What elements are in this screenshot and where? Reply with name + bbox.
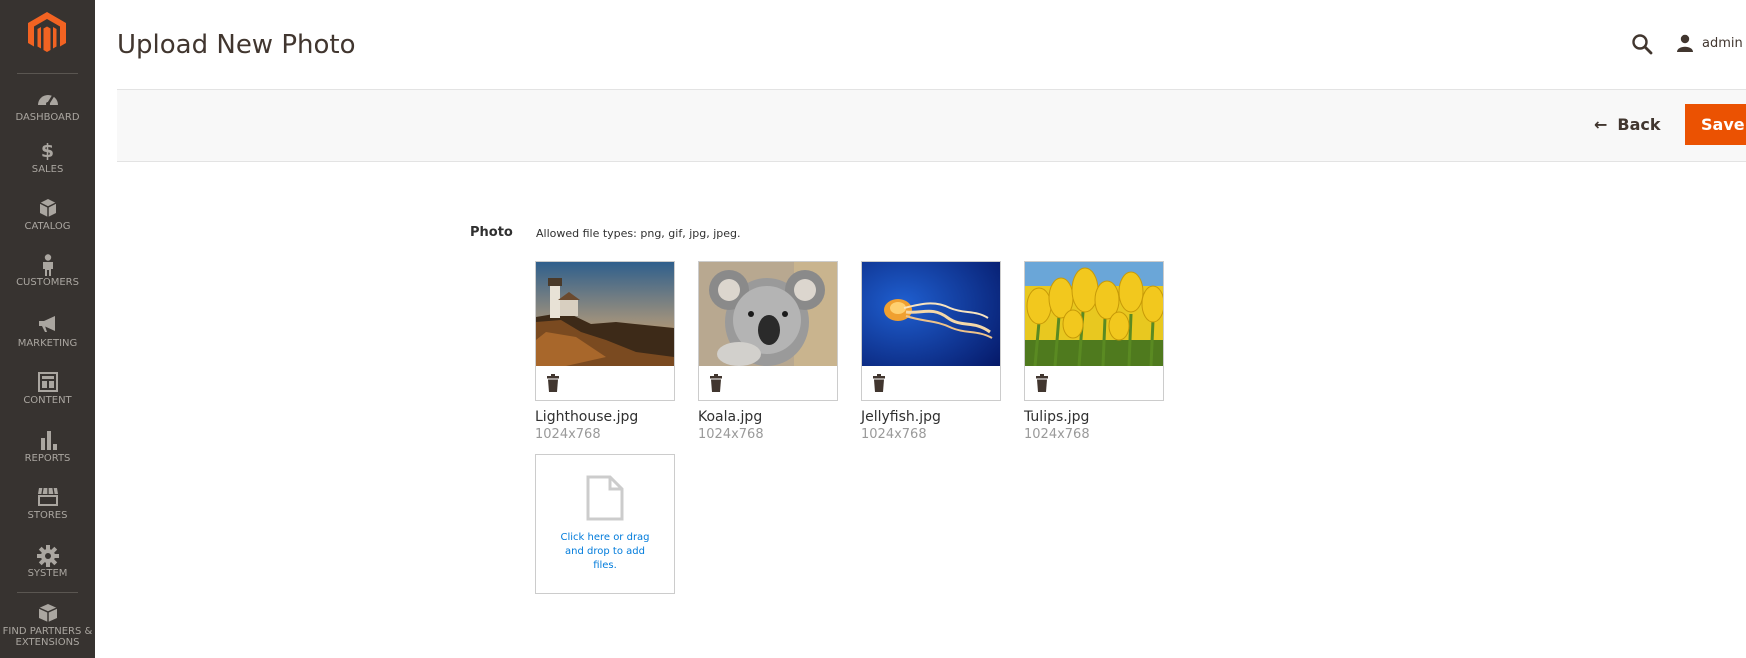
trash-icon[interactable] bbox=[709, 374, 723, 392]
dashboard-icon bbox=[0, 89, 95, 109]
upload-instructions[interactable]: Click here or drag and drop to add files… bbox=[556, 531, 654, 573]
trash-icon[interactable] bbox=[546, 374, 560, 392]
file-name: Jellyfish.jpg bbox=[861, 409, 941, 425]
bar-chart-icon bbox=[0, 430, 95, 450]
sidebar-item-label: SYSTEM bbox=[27, 568, 68, 579]
tulips-image bbox=[1025, 262, 1163, 366]
photo-field-label: Photo bbox=[470, 225, 513, 240]
trash-icon[interactable] bbox=[1035, 374, 1049, 392]
back-button-label: Back bbox=[1617, 114, 1661, 134]
sidebar-item-system[interactable]: SYSTEM bbox=[0, 545, 95, 579]
person-icon bbox=[0, 254, 95, 276]
sidebar-item-label: FIND PARTNERS & EXTENSIONS bbox=[2, 626, 93, 648]
sidebar-item-find-partners[interactable]: FIND PARTNERS & EXTENSIONS bbox=[0, 603, 95, 648]
document-icon bbox=[586, 475, 624, 521]
user-icon bbox=[1677, 34, 1693, 52]
file-dimensions: 1024x768 bbox=[535, 427, 601, 442]
sidebar-item-stores[interactable]: STORES bbox=[0, 487, 95, 521]
image-preview-jellyfish[interactable] bbox=[861, 261, 1001, 401]
sidebar-item-label: REPORTS bbox=[24, 453, 71, 464]
account-menu[interactable]: admin bbox=[1676, 33, 1743, 53]
sidebar-divider bbox=[17, 592, 78, 593]
lighthouse-image bbox=[536, 262, 674, 366]
account-username: admin bbox=[1702, 35, 1743, 51]
koala-image bbox=[699, 262, 837, 366]
file-name: Tulips.jpg bbox=[1024, 409, 1090, 425]
image-preview-lighthouse[interactable] bbox=[535, 261, 675, 401]
sidebar-item-dashboard[interactable]: DASHBOARD bbox=[0, 89, 95, 123]
storefront-icon bbox=[0, 487, 95, 507]
sidebar-item-content[interactable]: CONTENT bbox=[0, 372, 95, 406]
jellyfish-image bbox=[862, 262, 1000, 366]
file-dimensions: 1024x768 bbox=[1024, 427, 1090, 442]
arrow-left-icon: ← bbox=[1594, 114, 1608, 134]
sidebar-item-label: STORES bbox=[27, 510, 68, 521]
partners-box-icon bbox=[0, 603, 95, 623]
sidebar-divider bbox=[17, 73, 78, 74]
sidebar-item-label: CONTENT bbox=[23, 395, 72, 406]
page-title: Upload New Photo bbox=[117, 30, 356, 60]
save-button[interactable]: Save bbox=[1685, 104, 1746, 145]
sidebar-item-sales[interactable]: $ SALES bbox=[0, 141, 95, 175]
file-name: Koala.jpg bbox=[698, 409, 763, 425]
trash-icon[interactable] bbox=[872, 374, 886, 392]
image-preview-tulips[interactable] bbox=[1024, 261, 1164, 401]
back-button[interactable]: ← Back bbox=[1594, 113, 1661, 135]
sidebar-item-label: CATALOG bbox=[24, 221, 71, 232]
box-icon bbox=[0, 198, 95, 218]
megaphone-icon bbox=[0, 315, 95, 335]
sidebar-item-label: SALES bbox=[31, 164, 64, 175]
admin-sidebar: DASHBOARD $ SALES CATALOG CUSTOMERS MARK… bbox=[0, 0, 95, 658]
sidebar-item-customers[interactable]: CUSTOMERS bbox=[0, 254, 95, 288]
layout-icon bbox=[0, 372, 95, 392]
image-preview-koala[interactable] bbox=[698, 261, 838, 401]
sidebar-item-label: CUSTOMERS bbox=[16, 277, 79, 288]
sidebar-item-catalog[interactable]: CATALOG bbox=[0, 198, 95, 232]
file-upload-dropzone[interactable]: Click here or drag and drop to add files… bbox=[535, 454, 675, 594]
sidebar-item-reports[interactable]: REPORTS bbox=[0, 430, 95, 464]
file-dimensions: 1024x768 bbox=[861, 427, 927, 442]
search-icon[interactable] bbox=[1631, 33, 1653, 55]
page-actions-bar bbox=[117, 89, 1746, 162]
sidebar-item-label: MARKETING bbox=[17, 338, 78, 349]
sidebar-item-marketing[interactable]: MARKETING bbox=[0, 315, 95, 349]
sidebar-item-label: DASHBOARD bbox=[15, 112, 80, 123]
magento-logo[interactable] bbox=[28, 12, 66, 54]
file-name: Lighthouse.jpg bbox=[535, 409, 639, 425]
gear-icon bbox=[0, 545, 95, 567]
allowed-file-types-note: Allowed file types: png, gif, jpg, jpeg. bbox=[536, 227, 741, 240]
dollar-icon: $ bbox=[40, 140, 55, 162]
file-dimensions: 1024x768 bbox=[698, 427, 764, 442]
